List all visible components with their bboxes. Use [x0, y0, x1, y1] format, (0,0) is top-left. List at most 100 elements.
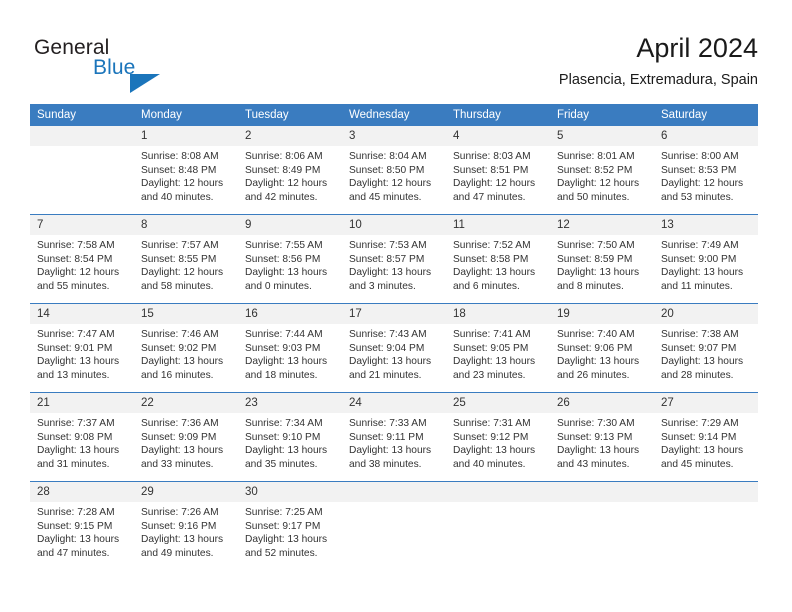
weekday-header-thursday: Thursday: [446, 104, 550, 126]
day-cell[interactable]: [446, 481, 550, 570]
day-cell[interactable]: [342, 481, 446, 570]
day-details: Sunrise: 7:25 AM Sunset: 9:17 PM Daylight:…: [238, 502, 342, 560]
day-details: Sunrise: 7:47 AM Sunset: 9:01 PM Daylight:…: [30, 324, 134, 382]
day-cell[interactable]: 22 Sunrise: 7:36 AM Sunset: 9:09 PM Dayligh…: [134, 392, 238, 482]
sunset-text: Sunset: 9:08 PM: [37, 431, 113, 443]
day-cell[interactable]: 14 Sunrise: 7:47 AM Sunset: 9:01 PM Dayligh…: [30, 303, 134, 393]
daylight-text-line2: and 47 minutes.: [37, 547, 110, 559]
daylight-text-line2: and 42 minutes.: [245, 191, 318, 203]
sunrise-text: Sunrise: 7:29 AM: [661, 418, 739, 429]
day-details: Sunrise: 7:46 AM Sunset: 9:02 PM Daylight:…: [134, 324, 238, 382]
daylight-text-line1: Daylight: 13 hours: [141, 445, 224, 457]
daylight-text-line1: Daylight: 13 hours: [37, 356, 120, 368]
daylight-text-line1: Daylight: 13 hours: [141, 534, 224, 546]
day-number: 23: [238, 393, 342, 413]
day-number: 26: [550, 393, 654, 413]
day-details: Sunrise: 7:37 AM Sunset: 9:08 PM Daylight:…: [30, 413, 134, 471]
day-details: Sunrise: 7:53 AM Sunset: 8:57 PM Daylight:…: [342, 235, 446, 293]
daylight-text-line1: Daylight: 13 hours: [661, 267, 744, 279]
day-cell[interactable]: 4 Sunrise: 8:03 AM Sunset: 8:51 PM Daylight…: [446, 126, 550, 215]
day-details: [446, 502, 550, 506]
sunset-text: Sunset: 9:15 PM: [37, 520, 113, 532]
sunset-text: Sunset: 8:51 PM: [453, 164, 529, 176]
daylight-text-line1: Daylight: 13 hours: [349, 356, 432, 368]
day-cell[interactable]: 25 Sunrise: 7:31 AM Sunset: 9:12 PM Dayligh…: [446, 392, 550, 482]
day-number: 4: [446, 126, 550, 146]
daylight-text-line2: and 26 minutes.: [557, 369, 630, 381]
day-cell[interactable]: 8 Sunrise: 7:57 AM Sunset: 8:55 PM Daylight…: [134, 214, 238, 304]
day-cell[interactable]: [654, 481, 758, 570]
day-number: 30: [238, 482, 342, 502]
day-cell[interactable]: 26 Sunrise: 7:30 AM Sunset: 9:13 PM Dayligh…: [550, 392, 654, 482]
day-cell[interactable]: 18 Sunrise: 7:41 AM Sunset: 9:05 PM Dayligh…: [446, 303, 550, 393]
day-number: 1: [134, 126, 238, 146]
day-cell[interactable]: 2 Sunrise: 8:06 AM Sunset: 8:49 PM Daylight…: [238, 126, 342, 215]
daylight-text-line1: Daylight: 13 hours: [37, 445, 120, 457]
day-details: Sunrise: 8:01 AM Sunset: 8:52 PM Daylight:…: [550, 146, 654, 204]
weekday-header-wednesday: Wednesday: [342, 104, 446, 126]
day-details: Sunrise: 7:29 AM Sunset: 9:14 PM Daylight:…: [654, 413, 758, 471]
sunset-text: Sunset: 8:53 PM: [661, 164, 737, 176]
day-cell[interactable]: 9 Sunrise: 7:55 AM Sunset: 8:56 PM Daylight…: [238, 214, 342, 304]
day-details: Sunrise: 7:41 AM Sunset: 9:05 PM Daylight:…: [446, 324, 550, 382]
day-cell[interactable]: [30, 126, 134, 215]
day-cell[interactable]: 1 Sunrise: 8:08 AM Sunset: 8:48 PM Daylight…: [134, 126, 238, 215]
day-cell[interactable]: 17 Sunrise: 7:43 AM Sunset: 9:04 PM Dayligh…: [342, 303, 446, 393]
sunset-text: Sunset: 9:02 PM: [141, 342, 217, 354]
day-cell[interactable]: 13 Sunrise: 7:49 AM Sunset: 9:00 PM Dayligh…: [654, 214, 758, 304]
daylight-text-line2: and 40 minutes.: [453, 458, 526, 470]
daylight-text-line2: and 52 minutes.: [245, 547, 318, 559]
day-cell[interactable]: 6 Sunrise: 8:00 AM Sunset: 8:53 PM Daylight…: [654, 126, 758, 215]
day-number: 11: [446, 215, 550, 235]
day-details: [342, 502, 446, 506]
day-cell[interactable]: 19 Sunrise: 7:40 AM Sunset: 9:06 PM Dayligh…: [550, 303, 654, 393]
daylight-text-line2: and 40 minutes.: [141, 191, 214, 203]
day-details: Sunrise: 8:06 AM Sunset: 8:49 PM Daylight:…: [238, 146, 342, 204]
day-cell[interactable]: 27 Sunrise: 7:29 AM Sunset: 9:14 PM Dayligh…: [654, 392, 758, 482]
day-cell[interactable]: 16 Sunrise: 7:44 AM Sunset: 9:03 PM Dayligh…: [238, 303, 342, 393]
day-number: 20: [654, 304, 758, 324]
daylight-text-line1: Daylight: 12 hours: [661, 178, 744, 190]
day-cell[interactable]: 29 Sunrise: 7:26 AM Sunset: 9:16 PM Dayligh…: [134, 481, 238, 570]
sunrise-text: Sunrise: 7:44 AM: [245, 329, 323, 340]
day-cell[interactable]: 10 Sunrise: 7:53 AM Sunset: 8:57 PM Dayligh…: [342, 214, 446, 304]
daylight-text-line2: and 18 minutes.: [245, 369, 318, 381]
day-details: Sunrise: 8:03 AM Sunset: 8:51 PM Daylight:…: [446, 146, 550, 204]
daylight-text-line2: and 47 minutes.: [453, 191, 526, 203]
daylight-text-line1: Daylight: 13 hours: [661, 445, 744, 457]
sunrise-text: Sunrise: 7:50 AM: [557, 240, 635, 251]
day-cell[interactable]: 20 Sunrise: 7:38 AM Sunset: 9:07 PM Dayligh…: [654, 303, 758, 393]
day-cell[interactable]: 30 Sunrise: 7:25 AM Sunset: 9:17 PM Dayligh…: [238, 481, 342, 570]
day-details: Sunrise: 7:57 AM Sunset: 8:55 PM Daylight:…: [134, 235, 238, 293]
day-details: Sunrise: 8:08 AM Sunset: 8:48 PM Daylight:…: [134, 146, 238, 204]
day-cell[interactable]: 23 Sunrise: 7:34 AM Sunset: 9:10 PM Dayligh…: [238, 392, 342, 482]
day-cell[interactable]: 11 Sunrise: 7:52 AM Sunset: 8:58 PM Dayligh…: [446, 214, 550, 304]
sunset-text: Sunset: 9:12 PM: [453, 431, 529, 443]
daylight-text-line2: and 49 minutes.: [141, 547, 214, 559]
day-details: Sunrise: 7:34 AM Sunset: 9:10 PM Daylight:…: [238, 413, 342, 471]
day-cell[interactable]: 15 Sunrise: 7:46 AM Sunset: 9:02 PM Dayligh…: [134, 303, 238, 393]
day-number: 9: [238, 215, 342, 235]
general-blue-logo: General Blue: [34, 36, 234, 93]
sunrise-text: Sunrise: 7:31 AM: [453, 418, 531, 429]
day-details: Sunrise: 7:36 AM Sunset: 9:09 PM Daylight:…: [134, 413, 238, 471]
day-cell[interactable]: 12 Sunrise: 7:50 AM Sunset: 8:59 PM Dayligh…: [550, 214, 654, 304]
day-cell[interactable]: 28 Sunrise: 7:28 AM Sunset: 9:15 PM Dayligh…: [30, 481, 134, 570]
day-cell[interactable]: 5 Sunrise: 8:01 AM Sunset: 8:52 PM Daylight…: [550, 126, 654, 215]
weekday-header-monday: Monday: [134, 104, 238, 126]
daylight-text-line2: and 16 minutes.: [141, 369, 214, 381]
day-cell[interactable]: 24 Sunrise: 7:33 AM Sunset: 9:11 PM Dayligh…: [342, 392, 446, 482]
day-cell[interactable]: 3 Sunrise: 8:04 AM Sunset: 8:50 PM Daylight…: [342, 126, 446, 215]
sunset-text: Sunset: 8:48 PM: [141, 164, 217, 176]
day-cell[interactable]: [550, 481, 654, 570]
weekday-header-sunday: Sunday: [30, 104, 134, 126]
day-number: 7: [30, 215, 134, 235]
sunrise-text: Sunrise: 8:01 AM: [557, 151, 635, 162]
daylight-text-line2: and 53 minutes.: [661, 191, 734, 203]
sunrise-text: Sunrise: 7:33 AM: [349, 418, 427, 429]
day-number: 2: [238, 126, 342, 146]
day-cell[interactable]: 7 Sunrise: 7:58 AM Sunset: 8:54 PM Daylight…: [30, 214, 134, 304]
daylight-text-line2: and 33 minutes.: [141, 458, 214, 470]
daylight-text-line2: and 11 minutes.: [661, 280, 733, 292]
day-cell[interactable]: 21 Sunrise: 7:37 AM Sunset: 9:08 PM Dayligh…: [30, 392, 134, 482]
